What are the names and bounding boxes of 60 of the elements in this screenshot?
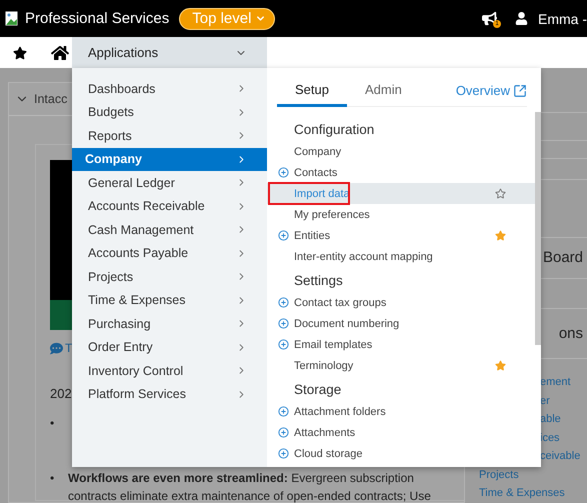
board-heading: Board [542, 249, 583, 266]
section-title: Storage [293, 381, 342, 399]
submenu-item[interactable]: Inter-entity account mapping [267, 246, 535, 267]
submenu-item[interactable]: Attachments [267, 422, 535, 443]
submenu-item[interactable]: My preferences [267, 204, 535, 225]
section-heading: 202 [50, 385, 72, 402]
category-item[interactable]: Accounts Payable [72, 242, 267, 265]
category-item[interactable]: General Ledger [72, 171, 267, 194]
bullet-dot: • [50, 415, 56, 432]
add-icon[interactable] [278, 427, 289, 438]
category-item[interactable]: Cash Management [72, 218, 267, 242]
menu-tab[interactable]: Setup [277, 78, 347, 107]
category-item[interactable]: Order Entry [72, 336, 267, 359]
submenu-item[interactable]: Cloud storage [267, 443, 535, 464]
category-item[interactable]: Company [72, 148, 267, 171]
category-item[interactable]: Accounts Receivable [72, 194, 267, 218]
section-title: Configuration [293, 121, 376, 139]
add-icon[interactable] [278, 318, 289, 329]
category-item[interactable]: Reports [72, 124, 267, 148]
section-heading: ons [558, 325, 583, 342]
submenu-item[interactable]: Email templates [267, 334, 535, 355]
submenu-item[interactable]: Terminology [267, 355, 535, 376]
chat-icon [50, 342, 63, 355]
applications-menu-button[interactable]: Applications [72, 37, 267, 68]
broken-image-icon [5, 11, 19, 26]
user-name[interactable]: Emma - [538, 10, 587, 26]
submenu-item[interactable]: Contact tax groups [267, 292, 535, 313]
category-item[interactable]: Inventory Control [72, 359, 267, 382]
user-icon [515, 12, 528, 25]
category-item[interactable]: Dashboards [72, 77, 267, 100]
add-icon[interactable] [278, 406, 289, 417]
category-item[interactable]: Time & Expenses [72, 288, 267, 312]
submenu-item[interactable]: Contacts [267, 162, 535, 183]
bullet-dot: • [50, 470, 56, 487]
category-item[interactable]: Platform Services [72, 382, 267, 406]
add-icon[interactable] [278, 339, 289, 350]
home-icon[interactable] [51, 44, 69, 62]
card-title: Intacc [34, 92, 68, 106]
submenu-item[interactable]: Document numbering [267, 313, 535, 334]
brand-name: Professional Services [25, 10, 170, 27]
menu-tab[interactable]: Admin [346, 78, 420, 107]
star-outline-icon[interactable] [495, 188, 506, 199]
overview-link[interactable]: Overview [456, 83, 527, 106]
add-icon[interactable] [278, 230, 289, 241]
submenu-item[interactable]: Entities [267, 225, 535, 246]
category-item[interactable]: Projects [72, 265, 267, 288]
add-icon[interactable] [278, 297, 289, 308]
external-link-icon [513, 84, 527, 98]
add-icon[interactable] [278, 167, 289, 178]
category-item[interactable]: Purchasing [72, 312, 267, 336]
submenu-item[interactable]: Attachment folders [267, 401, 535, 422]
category-item[interactable]: Budgets [72, 100, 267, 124]
bullet-text: contracts eliminate extra maintenance of open-ended contracts; Use [68, 488, 431, 503]
add-icon[interactable] [278, 448, 289, 459]
star-icon[interactable] [13, 46, 27, 60]
bullet-text: Workflows are even more streamlined: Evergreen subscription [68, 470, 415, 487]
star-icon[interactable] [495, 360, 506, 371]
star-icon[interactable] [495, 230, 506, 241]
section-title: Settings [293, 272, 344, 290]
submenu-item[interactable]: Company [267, 141, 535, 162]
